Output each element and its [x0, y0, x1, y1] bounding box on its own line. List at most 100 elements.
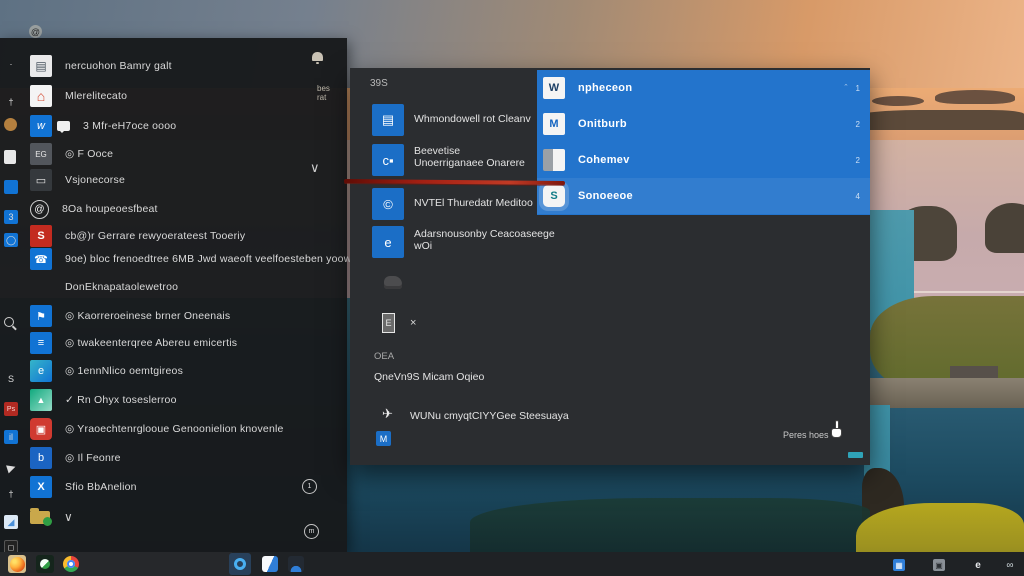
- app-list-item[interactable]: w 3 Mfr-eH7oce oooo: [30, 114, 176, 138]
- s-app-icon[interactable]: S: [4, 372, 18, 386]
- app-list-item[interactable]: X Sfio BbAnelion: [30, 475, 137, 499]
- tray-link-icon[interactable]: ∞: [1004, 559, 1016, 571]
- edge-active-icon[interactable]: [229, 553, 251, 575]
- context-menu: W npheceon ˆ 1 M Onitburb 2 Cohemev 2 S …: [537, 70, 870, 215]
- mail-app-icon[interactable]: il: [4, 430, 18, 444]
- person-icon[interactable]: †: [4, 95, 18, 109]
- bell-icon[interactable]: [312, 52, 323, 61]
- flyout-item-label[interactable]: NVTEl Thuredatr Meditoo: [414, 197, 533, 209]
- laptop-tool-icon[interactable]: c▪: [372, 144, 404, 176]
- monitor-tool-icon[interactable]: ▤: [372, 104, 404, 136]
- blue-tile-icon[interactable]: [4, 180, 18, 194]
- mail-icon[interactable]: [261, 555, 279, 573]
- search-icon[interactable]: [4, 317, 14, 327]
- app-label: ◎ F Ooce: [65, 148, 113, 160]
- app-list-item[interactable]: b ◎ Il Feonre: [30, 446, 121, 470]
- flag-app-icon: ⚑: [30, 305, 52, 327]
- app-label: 9oe) bloc frenoedtree 6MB Jwd waeoft vee…: [65, 253, 361, 265]
- green-app-icon[interactable]: [36, 555, 54, 573]
- tray-photo-icon[interactable]: ▣: [933, 559, 945, 571]
- s-red-app-icon: S: [30, 225, 52, 247]
- cookie-icon[interactable]: [4, 118, 17, 131]
- scrollbar-chip[interactable]: [848, 452, 863, 458]
- app-list-item[interactable]: e ◎ 1ennNlico oemtgireos: [30, 359, 183, 383]
- flyout-item-label[interactable]: Beevetise Unoerriganaee Onarere: [414, 145, 525, 169]
- context-menu-item[interactable]: Cohemev 2: [537, 142, 870, 178]
- app-label: cb@)r Gerrare rewyoerateest Tooeriy: [65, 230, 245, 242]
- edge-ring: [234, 558, 246, 570]
- flyout-item-label[interactable]: WUNu cmyqtCIYYGee Steesuaya: [410, 410, 569, 422]
- wallpaper-headland: [850, 110, 1024, 130]
- app-label: ◎ Yraoechtenrglooue Genoonielion knovenl…: [65, 423, 284, 435]
- flyout-entry[interactable]: QneVn9S Micam Oqieo: [374, 371, 484, 383]
- context-menu-item[interactable]: W npheceon ˆ 1: [537, 70, 870, 106]
- x-app-icon: X: [30, 476, 52, 498]
- app-label: Vsjonecorse: [65, 174, 125, 186]
- flyout-item-label[interactable]: Adarsnousonby Ceacoaseege wOi: [414, 228, 555, 252]
- app-list-item[interactable]: ▭ Vsjonecorse: [30, 168, 125, 192]
- context-item-label: Onitburb: [578, 118, 627, 130]
- app-list-item[interactable]: ☎ 9oe) bloc frenoedtree 6MB Jwd waeoft v…: [30, 247, 361, 271]
- dark-swirl-icon[interactable]: [287, 555, 305, 573]
- house-app-icon: ⌂: [30, 85, 52, 107]
- item-badge: 2: [856, 120, 860, 129]
- tray-grid-icon[interactable]: ▦: [893, 559, 905, 571]
- firefox-globe: [10, 557, 25, 572]
- app-list-item[interactable]: ⚑ ◎ Kaorreroeinese brner Oneenais: [30, 304, 230, 328]
- w-doc-icon: W: [543, 77, 565, 99]
- chevron-down-icon[interactable]: ∨: [64, 510, 73, 524]
- app-list-item[interactable]: @ 8Oa houpeoesfbeat: [30, 197, 158, 221]
- app-label: ◎ 1ennNlico oemtgireos: [65, 365, 183, 377]
- app-label: 8Oa houpeoesfbeat: [62, 203, 158, 215]
- m-app-icon[interactable]: M: [376, 431, 391, 446]
- tile-3-icon[interactable]: 3: [4, 210, 18, 224]
- app-label: Sfio BbAnelion: [65, 481, 137, 493]
- app-list-item[interactable]: ▤ nercuohon Bamry galt: [30, 54, 172, 78]
- circle-app-icon[interactable]: ◯: [4, 233, 18, 247]
- context-menu-item[interactable]: S Sonoeeoe 4: [537, 178, 870, 214]
- document-icon[interactable]: [4, 150, 16, 164]
- app-list-item[interactable]: ⌂ Mlerelitecato: [30, 84, 127, 108]
- context-menu-item[interactable]: M Onitburb 2: [537, 106, 870, 142]
- w-app-icon: w: [30, 115, 52, 137]
- app-list-item[interactable]: S cb@)r Gerrare rewyoerateest Tooeriy: [30, 224, 245, 248]
- photos-icon[interactable]: ◢: [4, 515, 18, 529]
- m-doc-icon: M: [543, 113, 565, 135]
- app-list-item[interactable]: EG ◎ F Ooce: [30, 142, 113, 166]
- desktop: @ · † 3 ◯ S Ps il ▶ † ◢ ◻ ▤ nercuohon Ba…: [0, 0, 1024, 576]
- b-app-icon: b: [30, 447, 52, 469]
- app-list-item[interactable]: ≡ ◎ twakeenterqree Abereu emicertis: [30, 331, 237, 355]
- hand-cursor: [830, 420, 844, 440]
- wallpaper-island: [872, 96, 924, 106]
- dark-swirl-glyph: [288, 556, 304, 572]
- monitor-app-icon: ▭: [30, 169, 52, 191]
- person-icon[interactable]: †: [4, 487, 18, 501]
- context-item-label: Cohemev: [578, 154, 630, 166]
- circle-button-2[interactable]: m: [304, 524, 319, 539]
- app-label: nercuohon Bamry galt: [65, 60, 172, 72]
- hat-icon[interactable]: [384, 276, 402, 289]
- banner-flag-icon[interactable]: E: [382, 313, 395, 333]
- app-label: Mlerelitecato: [65, 90, 127, 102]
- flyout-section-header: 39S: [370, 78, 388, 89]
- paper-plane-icon[interactable]: ▶: [2, 458, 20, 476]
- chevron-down-icon[interactable]: ∨: [310, 160, 320, 176]
- chrome-icon[interactable]: [62, 555, 80, 573]
- firefox-icon[interactable]: [8, 555, 26, 573]
- app-list-item[interactable]: ▣ ◎ Yraoechtenrglooue Genoonielion knove…: [30, 417, 284, 441]
- side-note: bes rat: [317, 84, 330, 102]
- flyout-item-label[interactable]: Whmondowell rot Cleanv: [414, 113, 531, 125]
- copyright-tool-icon[interactable]: ©: [372, 188, 404, 220]
- circle-button-1[interactable]: 1: [302, 479, 317, 494]
- wallpaper-cliff: [470, 498, 870, 552]
- at-icon: @: [29, 25, 42, 38]
- app-list-item[interactable]: DonEknapataolewetroo: [30, 275, 178, 299]
- split-doc-icon: [543, 149, 565, 171]
- app-list-item[interactable]: ▲ ✓ Rn Ohyx toseslerroo: [30, 388, 177, 412]
- app-label: ◎ twakeenterqree Abereu emicertis: [65, 337, 237, 349]
- chat-tool-icon[interactable]: e: [372, 226, 404, 258]
- app-folder-item[interactable]: ∨: [30, 505, 73, 529]
- tray-edge-icon[interactable]: e: [972, 559, 984, 571]
- photoshop-icon[interactable]: Ps: [4, 402, 18, 416]
- close-icon[interactable]: ×: [410, 317, 416, 329]
